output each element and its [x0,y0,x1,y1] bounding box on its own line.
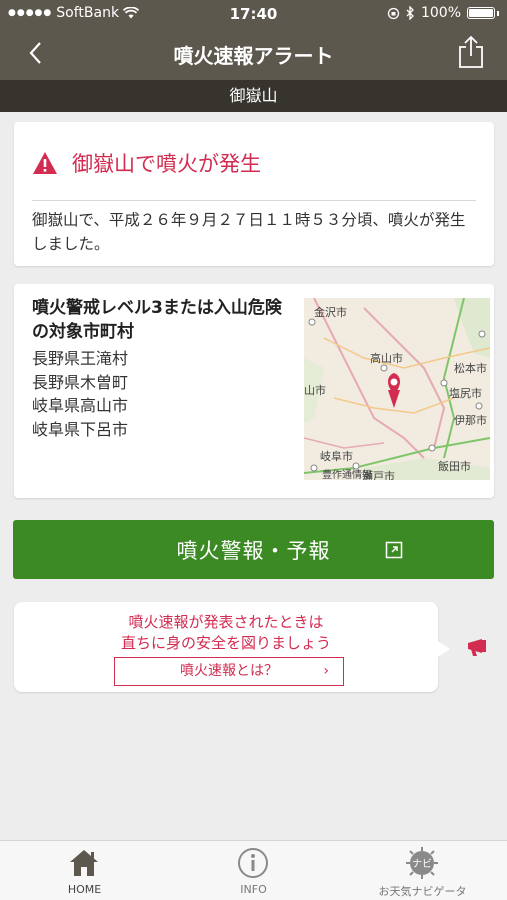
tab-label: HOME [67,883,102,896]
map-graphic: 金沢市 高山市 松本市 山市 塩尻市 伊那市 岐阜市 飯田市 瀬戸市 豊作通情報 [304,298,490,480]
tab-info[interactable]: INFO [169,841,338,900]
eruption-alert-card: 御嶽山で噴火が発生 御嶽山で、平成２６年９月２７日１１時５３分頃、噴火が発生しま… [14,122,494,266]
battery-tip [497,10,499,16]
map-label: 高山市 [370,351,403,365]
navi-badge: ナビ [412,858,432,870]
safety-message-line: 直ちに身の安全を図りましょう [120,634,331,652]
warning-triangle-icon [33,152,57,174]
volcano-warning-forecast-button[interactable]: 噴火警報・予報 [13,520,494,579]
safety-message-line: 噴火速報が発表されたときは [128,613,324,631]
tab-label: INFO [240,883,267,896]
top-bar: ●●●●● SoftBank 17:40 100% 噴火速報アラート [0,0,507,80]
battery-icon [467,7,495,19]
share-icon [459,35,483,68]
list-item: 長野県木曽町 [32,372,129,392]
bluetooth-icon [406,6,414,20]
map-label: 豊作通情報 [322,468,372,480]
map-label: 山市 [304,383,326,397]
map-label: 松本市 [454,361,487,375]
list-item: 岐阜県下呂市 [32,419,129,439]
map-label: 塩尻市 [449,386,482,400]
safety-message-bubble: 噴火速報が発表されたときは 直ちに身の安全を図りましょう 噴火速報とは？ › [14,602,438,692]
municipality-list: 長野県王滝村 長野県木曽町 岐阜県高山市 岐阜県下呂市 [32,347,128,441]
tab-bar: HOME INFO ナビ お天気ナビゲータ [0,840,507,900]
map-label: 金沢市 [314,305,347,319]
page-title: 噴火速報アラート [173,44,334,68]
volcano-warning-forecast-label: 噴火警報・予報 [176,538,331,563]
navigation-bar: 噴火速報アラート [0,28,507,78]
alert-body: 御嶽山で、平成２６年９月２７日１１時５３分頃、噴火が発生しました。 [32,211,466,253]
what-is-eruption-alert-label: 噴火速報とは？ [180,663,278,679]
navi-icon: ナビ [406,847,438,879]
external-link-icon [385,541,403,559]
list-item: 岐阜県高山市 [32,396,129,415]
battery-percent: 100% [420,5,461,21]
map-label: 飯田市 [438,459,471,473]
status-right: 100% [387,5,499,21]
map-label: 伊那市 [454,413,487,427]
bubble-tail [436,640,450,658]
affected-area-title: 噴火警戒レベル3または入山危険の対象市町村 [32,298,282,342]
tab-home[interactable]: HOME [0,841,169,900]
safety-message: 噴火速報が発表されたときは 直ちに身の安全を図りましょう [14,612,438,654]
lock-rotation-icon [387,7,400,19]
what-is-eruption-alert-link[interactable]: 噴火速報とは？ › [114,657,344,686]
share-button[interactable] [457,34,485,70]
map-label: 岐阜市 [320,449,353,463]
alert-headline: 御嶽山で噴火が発生 [72,152,261,176]
home-icon [70,850,98,876]
alert-headline-row: 御嶽山で噴火が発生 [32,148,261,178]
volcano-name-bar: 御嶽山 [0,80,507,112]
megaphone-icon [468,639,486,656]
divider [32,200,476,201]
tab-label: お天気ナビゲータ [378,885,467,898]
area-map[interactable]: 金沢市 高山市 松本市 山市 塩尻市 伊那市 岐阜市 飯田市 瀬戸市 豊作通情報 [304,298,490,480]
chevron-right-icon: › [323,663,329,679]
affected-area-card[interactable]: 噴火警戒レベル3または入山危険の対象市町村 長野県王滝村 長野県木曽町 岐阜県高… [14,284,494,498]
list-item: 長野県王滝村 [32,349,129,368]
status-bar: ●●●●● SoftBank 17:40 100% [0,0,507,28]
tab-weather-navigator[interactable]: ナビ お天気ナビゲータ [338,841,507,900]
info-icon [238,848,268,878]
